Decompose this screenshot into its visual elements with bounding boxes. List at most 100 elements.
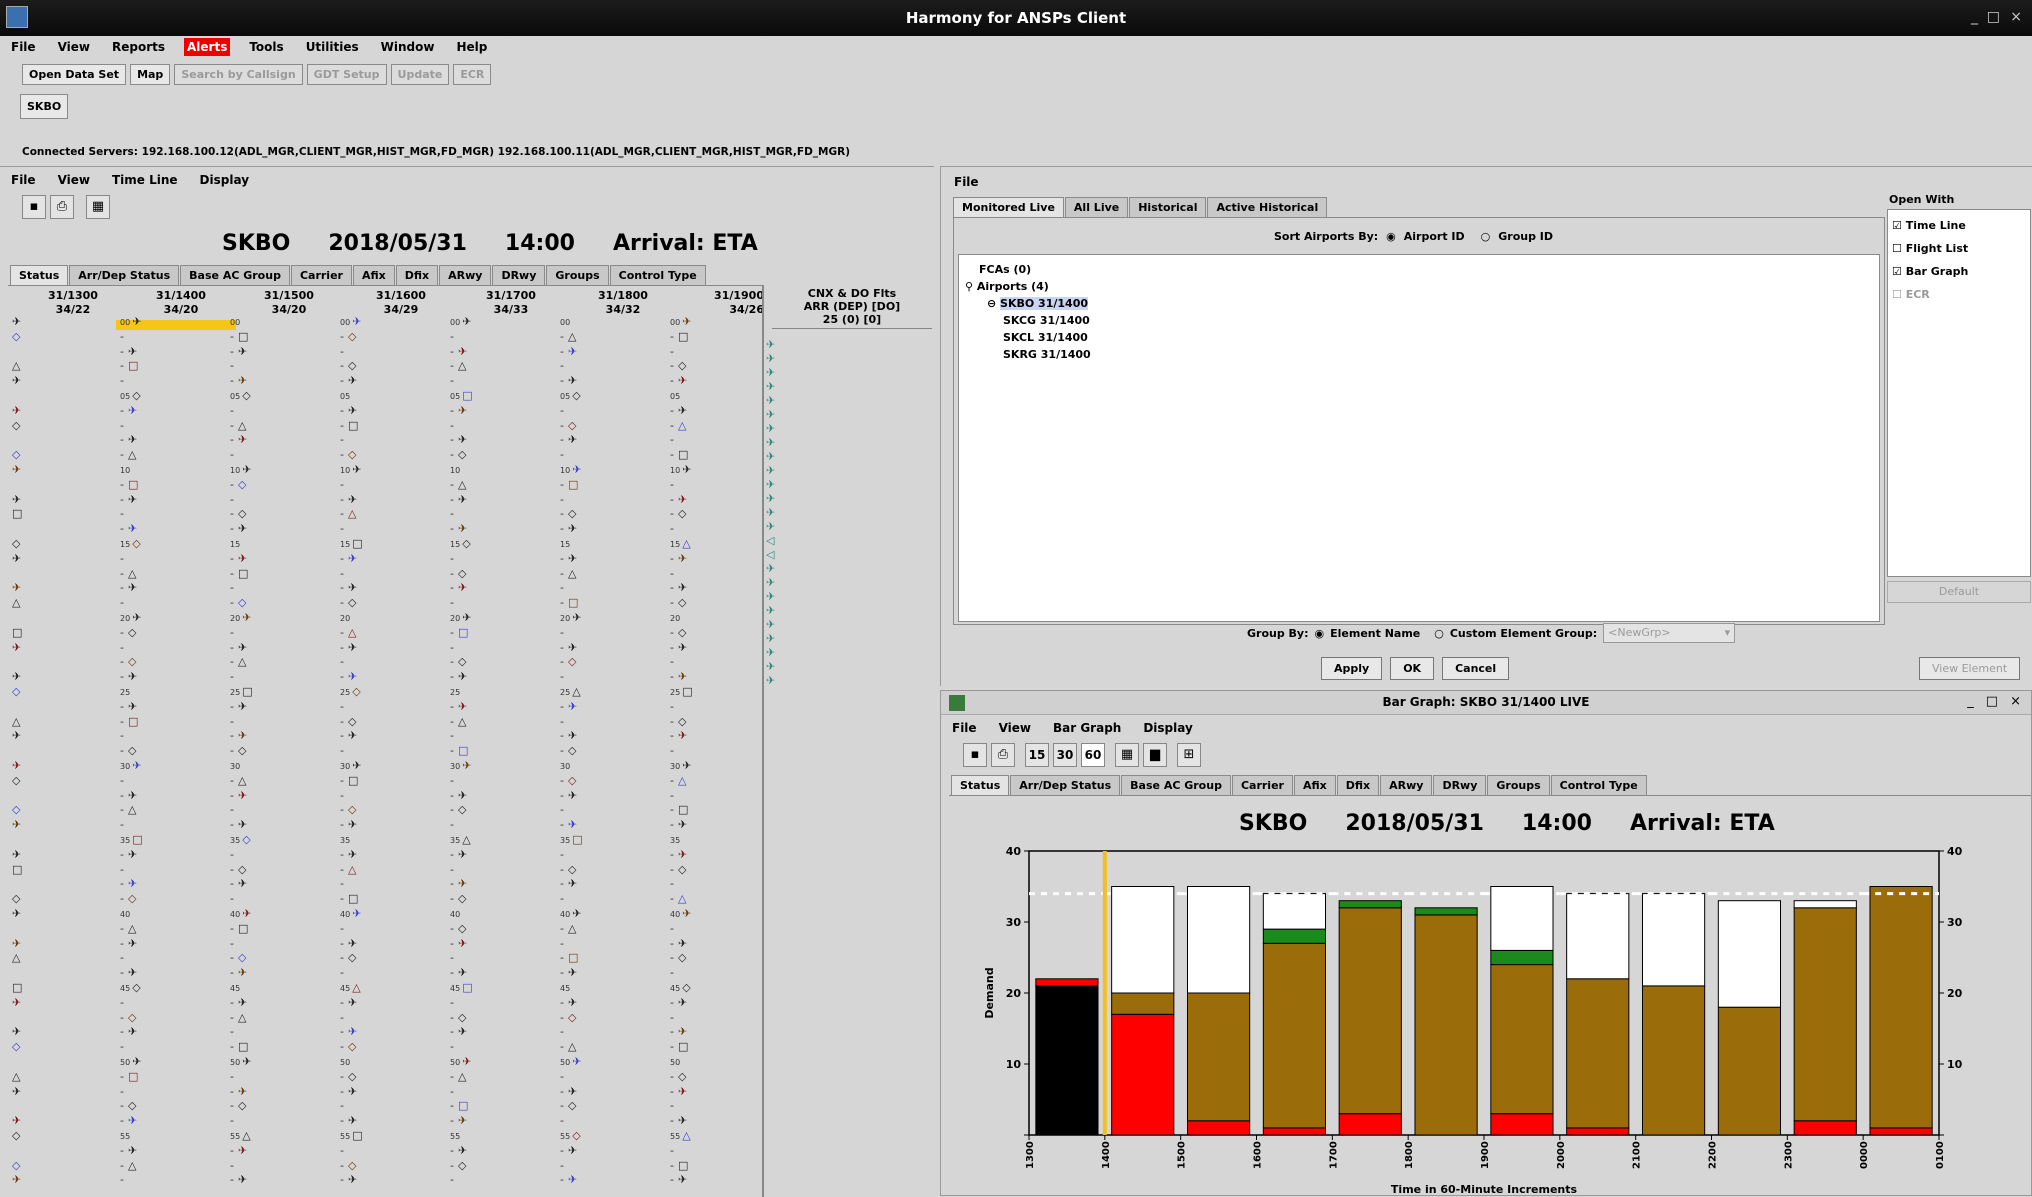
flight-marker[interactable]: - ◇ — [340, 449, 356, 461]
flight-marker[interactable]: - ◇ — [340, 1041, 356, 1053]
tl-tab-carrier[interactable]: Carrier — [290, 265, 352, 285]
bg-tab-control[interactable]: Control Type — [1550, 775, 1647, 795]
flight-marker[interactable]: - □ — [560, 597, 578, 609]
map-button[interactable]: Map — [130, 64, 171, 85]
flight-marker[interactable]: - — [120, 330, 128, 343]
cnx-marker[interactable]: ✈ — [766, 577, 775, 589]
cnx-marker[interactable]: ✈ — [766, 605, 775, 617]
flight-marker[interactable]: 40 ✈ — [340, 908, 361, 921]
flight-marker[interactable]: - □ — [340, 419, 358, 432]
flight-marker[interactable]: - — [560, 404, 568, 417]
tree-item-skcl[interactable]: SKCL 31/1400 — [965, 329, 1873, 346]
flight-marker[interactable]: 45 ◇ — [120, 982, 141, 995]
tl-tab-baseac[interactable]: Base AC Group — [180, 265, 290, 285]
bg-tab-arrdep[interactable]: Arr/Dep Status — [1010, 775, 1121, 795]
flight-marker[interactable]: 00 ✈ — [120, 316, 141, 329]
flight-marker[interactable]: - ◇ — [450, 656, 466, 668]
flight-marker[interactable]: 30 — [560, 760, 572, 773]
flight-marker[interactable]: - — [670, 1144, 678, 1157]
bg-save-icon[interactable]: ▪ — [963, 743, 987, 767]
flight-marker[interactable]: - □ — [230, 922, 248, 935]
flight-marker[interactable]: - — [120, 1041, 128, 1053]
flight-marker[interactable]: ✈ — [12, 819, 21, 831]
flight-marker[interactable]: - □ — [450, 1100, 468, 1112]
flight-marker[interactable]: - ✈ — [560, 967, 577, 979]
flight-marker[interactable]: - ✈ — [560, 996, 577, 1009]
tl-tab-status[interactable]: Status — [10, 265, 69, 285]
flight-marker[interactable]: - — [340, 656, 348, 668]
flight-marker[interactable]: - ✈ — [340, 1085, 357, 1098]
mon-tab-active-historical[interactable]: Active Historical — [1207, 197, 1328, 217]
flight-marker[interactable]: 10 ✈ — [560, 464, 581, 477]
ecr-button[interactable]: ECR — [453, 64, 492, 85]
flight-marker[interactable]: - — [670, 745, 678, 757]
flight-marker[interactable]: - — [120, 730, 128, 742]
flight-marker[interactable]: - — [230, 671, 238, 683]
ow-bargraph-checkbox[interactable]: ☑ — [1892, 265, 1906, 278]
close-button[interactable]: × — [2010, 9, 2022, 25]
flight-marker[interactable]: △ — [12, 715, 20, 728]
flight-marker[interactable]: - — [670, 656, 678, 668]
flight-marker[interactable]: 15 ◇ — [120, 538, 141, 551]
flight-marker[interactable]: - — [120, 597, 128, 609]
flight-marker[interactable]: - ✈ — [560, 819, 577, 831]
flight-marker[interactable]: 25 — [120, 686, 132, 699]
flight-marker[interactable]: - ✈ — [450, 493, 467, 506]
flight-marker[interactable]: 15 ◇ — [450, 538, 471, 551]
flight-marker[interactable]: ✈ — [12, 1174, 21, 1186]
flight-marker[interactable]: - — [120, 774, 128, 787]
tree-fcas[interactable]: FCAs (0) — [965, 261, 1873, 278]
flight-marker[interactable]: - ✈ — [450, 1026, 467, 1038]
flight-marker[interactable]: - ◇ — [450, 893, 466, 905]
tl-tab-groups[interactable]: Groups — [546, 265, 609, 285]
bg-tab-baseac[interactable]: Base AC Group — [1121, 775, 1231, 795]
cnx-marker[interactable]: ✈ — [766, 661, 775, 673]
flight-marker[interactable]: - — [230, 937, 238, 950]
flight-marker[interactable]: - ◇ — [560, 745, 576, 757]
flight-marker[interactable]: ✈ — [12, 671, 21, 683]
cnx-marker[interactable]: ✈ — [766, 591, 775, 603]
flight-marker[interactable]: - △ — [450, 478, 466, 491]
flight-marker[interactable]: - — [340, 523, 348, 535]
flight-marker[interactable]: 30 ✈ — [120, 760, 141, 773]
flight-marker[interactable]: - ✈ — [120, 1026, 137, 1038]
flight-marker[interactable]: - △ — [230, 656, 246, 668]
flight-marker[interactable]: - ✈ — [670, 819, 687, 831]
flight-marker[interactable]: □ — [12, 626, 22, 639]
flight-marker[interactable]: - — [230, 404, 238, 417]
flight-marker[interactable]: - ✈ — [450, 848, 467, 861]
flight-marker[interactable]: - ✈ — [230, 523, 247, 535]
flight-marker[interactable]: - — [230, 449, 238, 461]
bg-tab-drwy[interactable]: DRwy — [1433, 775, 1487, 795]
flight-marker[interactable]: - □ — [230, 330, 248, 343]
flight-marker[interactable]: 55 — [120, 1130, 132, 1143]
flight-marker[interactable]: - ◇ — [230, 863, 246, 876]
flight-marker[interactable]: 55 ◇ — [560, 1130, 581, 1143]
flight-marker[interactable]: 40 ✈ — [670, 908, 691, 921]
flight-marker[interactable]: □ — [12, 508, 22, 520]
flight-marker[interactable]: - — [120, 552, 128, 565]
sort-airport-radio[interactable]: ◉ — [1386, 230, 1396, 243]
cnx-marker[interactable]: ✈ — [766, 367, 775, 379]
flight-marker[interactable]: - — [230, 1070, 238, 1083]
flight-marker[interactable]: 45 □ — [450, 982, 473, 995]
flight-marker[interactable]: - ✈ — [340, 819, 357, 831]
flight-marker[interactable]: - — [560, 449, 568, 461]
flight-marker[interactable]: ✈ — [12, 848, 21, 861]
update-button[interactable]: Update — [390, 64, 450, 85]
flight-marker[interactable]: - ✈ — [450, 878, 467, 890]
flight-marker[interactable]: - ✈ — [670, 1085, 687, 1098]
flight-marker[interactable]: - △ — [670, 774, 686, 787]
flight-marker[interactable]: - ✈ — [120, 700, 137, 713]
flight-marker[interactable]: 20 ✈ — [120, 612, 141, 625]
flight-marker[interactable]: ✈ — [12, 375, 21, 387]
flight-marker[interactable]: ✈ — [12, 1085, 21, 1098]
flight-marker[interactable]: - — [450, 996, 458, 1009]
tree-airports[interactable]: Airports (4) — [977, 280, 1049, 293]
flight-marker[interactable]: - ✈ — [340, 671, 357, 683]
flight-marker[interactable]: - ✈ — [670, 996, 687, 1009]
flight-marker[interactable]: - △ — [670, 419, 686, 432]
bg-close-button[interactable]: × — [2010, 694, 2021, 709]
flight-marker[interactable]: ✈ — [12, 937, 21, 950]
flight-marker[interactable]: - — [560, 671, 568, 683]
